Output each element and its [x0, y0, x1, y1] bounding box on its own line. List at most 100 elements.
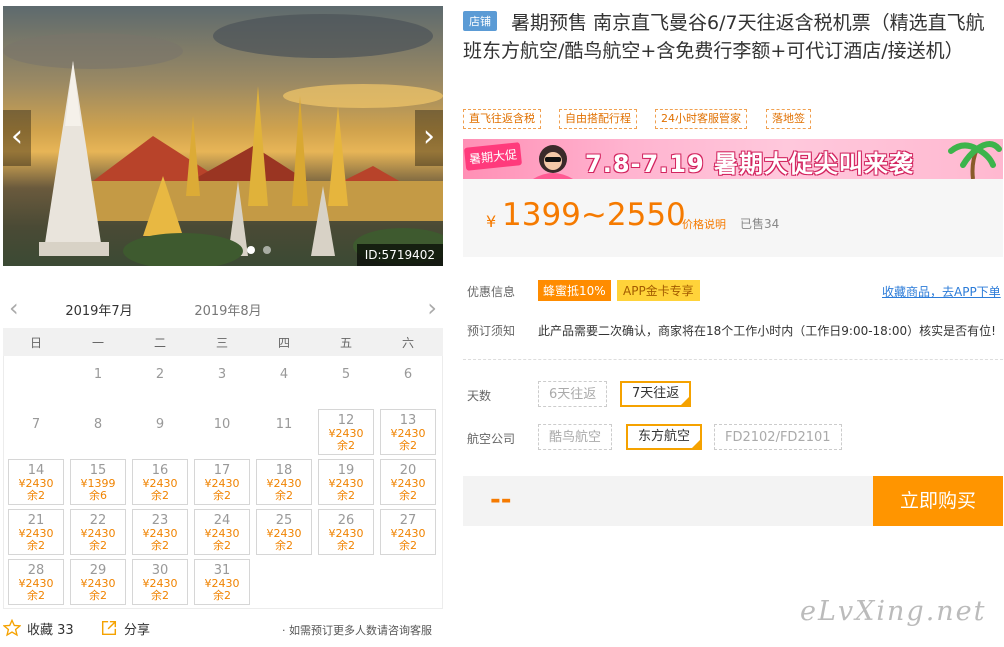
promo-label: 优惠信息: [467, 285, 516, 299]
buy-now-button[interactable]: 立即购买: [873, 476, 1003, 526]
calendar-day: 10: [194, 409, 250, 455]
day-number: 14: [27, 463, 45, 478]
day-number: 1: [93, 367, 103, 382]
option-6-days[interactable]: 6天往返: [538, 381, 608, 407]
calendar-day: 5: [318, 359, 374, 405]
calendar-next-button[interactable]: ›: [427, 294, 437, 322]
notice-label: 预订须知: [467, 324, 516, 338]
calendar-day: 2: [132, 359, 188, 405]
calendar-day[interactable]: 29 ¥2430 余2: [70, 559, 126, 605]
day-stock: 余2: [275, 539, 293, 552]
weekday-label: 日: [29, 336, 42, 350]
day-number: 20: [399, 463, 417, 478]
day-number: 17: [213, 463, 231, 478]
share-button[interactable]: 分享: [100, 619, 150, 638]
day-stock: 余2: [213, 489, 231, 502]
calendar-day[interactable]: 21 ¥2430 余2: [8, 509, 64, 555]
day-stock: 余2: [337, 439, 355, 452]
calendar-day[interactable]: 22 ¥2430 余2: [70, 509, 126, 555]
promo-banner[interactable]: 暑期大促 7.8-7.19 暑期大促尖叫来袭: [463, 139, 1003, 179]
day-number: 24: [213, 513, 231, 528]
calendar-prev-button[interactable]: ‹: [9, 294, 19, 322]
share-icon: [101, 620, 117, 636]
calendar-day: 7: [8, 409, 64, 455]
collect-link[interactable]: 收藏商品，去APP下单: [882, 283, 1001, 300]
option-7-days[interactable]: 7天往返: [620, 381, 692, 407]
day-number: 8: [93, 417, 103, 432]
carousel-dot[interactable]: [247, 246, 255, 254]
temple-illustration: [3, 14, 443, 266]
calendar-day[interactable]: 24 ¥2430 余2: [194, 509, 250, 555]
day-stock: 余2: [399, 539, 417, 552]
day-number: 27: [399, 513, 417, 528]
calendar-day[interactable]: 14 ¥2430 余2: [8, 459, 64, 505]
calendar-day[interactable]: 12 ¥2430 余2: [318, 409, 374, 455]
calendar-day[interactable]: 19 ¥2430 余2: [318, 459, 374, 505]
feature-tag: 落地签: [766, 109, 811, 129]
day-number: 29: [89, 563, 107, 578]
calendar-day[interactable]: 13 ¥2430 余2: [380, 409, 436, 455]
star-icon: [2, 618, 22, 637]
calendar-day[interactable]: 28 ¥2430 余2: [8, 559, 64, 605]
day-stock: 余2: [151, 589, 169, 602]
weekday-label: 一: [91, 336, 104, 350]
calendar-day[interactable]: 20 ¥2430 余2: [380, 459, 436, 505]
days-label: 天数: [467, 389, 492, 403]
option-airline-koolbird[interactable]: 酷鸟航空: [538, 424, 613, 450]
day-stock: 余2: [151, 539, 169, 552]
calendar-day: 9: [132, 409, 188, 455]
hero-prev-button[interactable]: ‹: [3, 110, 31, 166]
beach-woman-icon: [533, 145, 573, 179]
day-number: 3: [217, 367, 227, 382]
day-stock: 余2: [337, 539, 355, 552]
calendar-day[interactable]: 18 ¥2430 余2: [256, 459, 312, 505]
day-number: 21: [27, 513, 45, 528]
calendar-day[interactable]: 30 ¥2430 余2: [132, 559, 188, 605]
day-number: 11: [275, 417, 293, 432]
day-number: 23: [151, 513, 169, 528]
option-airline-eastern[interactable]: 东方航空: [626, 424, 703, 450]
day-number: 16: [151, 463, 169, 478]
shop-badge[interactable]: 店铺: [463, 11, 497, 31]
calendar-day[interactable]: 16 ¥2430 余2: [132, 459, 188, 505]
day-stock: 余2: [27, 539, 45, 552]
day-stock: 余2: [399, 489, 417, 502]
option-flight-number[interactable]: FD2102/FD2101: [714, 424, 842, 450]
calendar-day[interactable]: 15 ¥1399 余6: [70, 459, 126, 505]
calendar-day[interactable]: 31 ¥2430 余2: [194, 559, 250, 605]
calendar-day: 6: [380, 359, 436, 405]
calendar-day[interactable]: 23 ¥2430 余2: [132, 509, 188, 555]
weekday-label: 四: [277, 336, 290, 350]
day-number: 12: [337, 413, 355, 428]
tab-month-july[interactable]: 2019年7月: [55, 300, 143, 330]
day-stock: 余2: [27, 489, 45, 502]
hero-next-button[interactable]: ›: [415, 110, 443, 166]
favorite-button[interactable]: 收藏 33: [2, 618, 74, 638]
palm-tree-icon: [948, 141, 1002, 179]
calendar-weekday-row: 日 一 二 三 四 五 六: [3, 328, 443, 356]
sold-count: 已售34: [740, 217, 780, 231]
calendar-day: 11: [256, 409, 312, 455]
calendar-day[interactable]: 26 ¥2430 余2: [318, 509, 374, 555]
consult-link[interactable]: · 如需预订更多人数请咨询客服: [282, 622, 432, 638]
calendar-day: 4: [256, 359, 312, 405]
calendar-day[interactable]: 27 ¥2430 余2: [380, 509, 436, 555]
day-stock: 余2: [89, 589, 107, 602]
calendar-day[interactable]: 17 ¥2430 余2: [194, 459, 250, 505]
day-stock: 余2: [89, 539, 107, 552]
banner-tag: 暑期大促: [463, 142, 523, 171]
weekday-label: 五: [339, 336, 352, 350]
carousel-dot[interactable]: [263, 246, 271, 254]
calendar-header: ‹ 2019年7月 2019年8月 ›: [3, 290, 443, 330]
divider: [463, 359, 1003, 360]
hero-image: ‹ › ID:5719402: [3, 6, 443, 266]
calendar-day[interactable]: 25 ¥2430 余2: [256, 509, 312, 555]
day-number: 9: [155, 417, 165, 432]
day-number: 4: [279, 367, 289, 382]
tab-month-august[interactable]: 2019年8月: [183, 300, 273, 319]
price-note-link[interactable]: 价格说明: [682, 216, 726, 232]
feature-tag: 24小时客服管家: [655, 109, 747, 129]
calendar-day: 1: [70, 359, 126, 405]
airline-label: 航空公司: [467, 432, 516, 446]
day-stock: 余2: [27, 589, 45, 602]
